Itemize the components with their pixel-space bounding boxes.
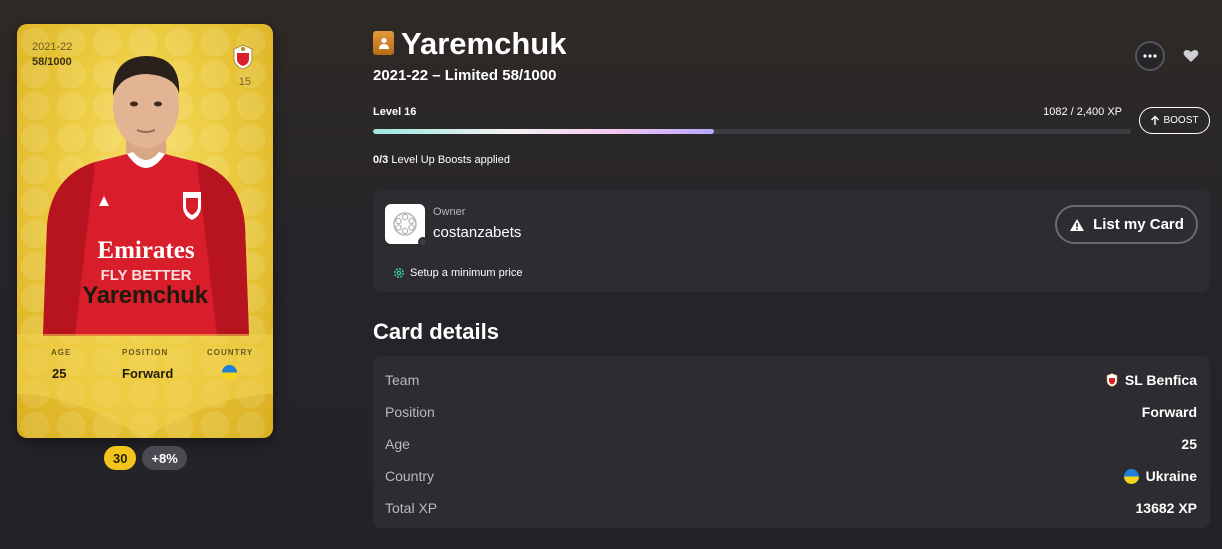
detail-key: Total XP	[385, 500, 438, 516]
detail-value-position: Forward	[1141, 404, 1197, 420]
benfica-crest-icon	[1106, 373, 1118, 387]
attr-position-value: Forward	[122, 366, 174, 381]
owner-panel: Owner costanzabets Setup a minimum price…	[373, 190, 1210, 292]
page-subtitle: 2021-22 – Limited 58/1000	[373, 67, 557, 84]
attr-age-value: 25	[52, 366, 67, 381]
detail-key: Country	[385, 468, 435, 484]
attr-position-label: POSITION	[122, 348, 169, 357]
more-dots-icon	[1143, 54, 1157, 58]
card-player-name: Yaremchuk	[82, 282, 208, 309]
boosts-count: 0/3	[373, 154, 389, 166]
heart-icon	[1183, 49, 1199, 62]
boost-button-label: BOOST	[1163, 115, 1199, 126]
team-name: SL Benfica	[1124, 372, 1197, 388]
card-attributes: AGE POSITION COUNTRY 25 Forward	[17, 334, 273, 438]
card-details-panel: Team SL Benfica Position Forward Age 25 …	[373, 356, 1210, 528]
boosts-text: Level Up Boosts applied	[391, 154, 510, 166]
xp-progress-bar	[373, 129, 1131, 134]
attr-country-label: COUNTRY	[207, 348, 254, 357]
detail-row-country: Country Ukraine	[385, 460, 1197, 492]
ukraine-flag-icon	[1123, 468, 1139, 484]
ukraine-flag-icon	[222, 365, 237, 383]
detail-value-total-xp: 13682 XP	[1135, 500, 1198, 516]
detail-value-country: Ukraine	[1123, 468, 1197, 484]
detail-row-position: Position Forward	[385, 396, 1197, 428]
boosts-status: 0/3 Level Up Boosts applied	[373, 154, 510, 166]
detail-key: Age	[385, 436, 410, 452]
sponsor-text: Emirates	[97, 237, 194, 264]
owner-label: Owner	[433, 206, 466, 218]
attr-age-label: AGE	[51, 348, 72, 357]
detail-value-team[interactable]: SL Benfica	[1106, 372, 1197, 388]
detail-value-age: 25	[1181, 436, 1197, 452]
detail-key: Position	[385, 404, 435, 420]
owner-status-dot	[418, 237, 428, 247]
detail-row-total-xp: Total XP 13682 XP	[385, 492, 1197, 524]
page-title: Yaremchuk	[401, 26, 567, 61]
card-details-title: Card details	[373, 319, 499, 344]
warning-icon	[1070, 218, 1085, 231]
owner-name[interactable]: costanzabets	[433, 224, 521, 241]
setup-min-price-label: Setup a minimum price	[410, 267, 523, 279]
score-badge: 30	[104, 446, 137, 470]
list-my-card-label: List my Card	[1093, 216, 1184, 233]
setup-min-price-link[interactable]: Setup a minimum price	[393, 267, 523, 279]
card-score-badges: 30 +8%	[104, 446, 187, 470]
country-name: Ukraine	[1145, 468, 1197, 484]
level-label: Level 16	[373, 106, 417, 118]
owner-avatar-icon	[393, 212, 417, 236]
detail-row-team: Team SL Benfica	[385, 364, 1197, 396]
gear-icon	[394, 268, 404, 278]
arrow-up-icon	[1151, 115, 1160, 125]
player-card[interactable]: 2021-22 58/1000 15 Emirates FLY BETTER Y…	[17, 24, 273, 438]
detail-row-age: Age 25	[385, 428, 1197, 460]
favorite-button[interactable]	[1176, 41, 1206, 71]
more-options-button[interactable]	[1135, 41, 1165, 71]
boost-button[interactable]: BOOST	[1139, 107, 1210, 134]
limited-card-icon	[373, 31, 394, 55]
xp-label: 1082 / 2,400 XP	[1043, 106, 1122, 118]
xp-progress-fill	[373, 129, 715, 134]
detail-key: Team	[385, 372, 420, 388]
bonus-badge: +8%	[142, 446, 187, 470]
list-my-card-button[interactable]: List my Card	[1055, 205, 1198, 244]
